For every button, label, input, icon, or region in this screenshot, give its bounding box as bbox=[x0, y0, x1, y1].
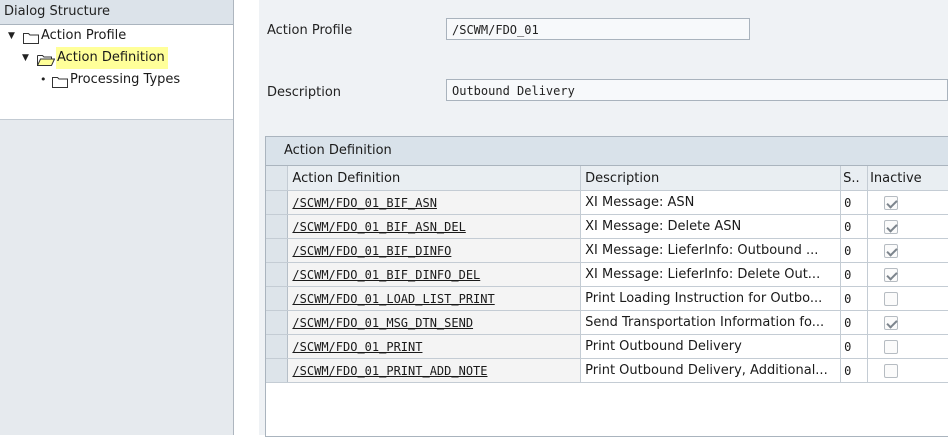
description-label: Description bbox=[267, 85, 342, 100]
action-definition-cell[interactable]: /SCWM/FDO_01_BIF_ASN_DEL bbox=[287, 214, 582, 239]
row-selector[interactable] bbox=[266, 334, 289, 359]
inactive-checkbox[interactable] bbox=[884, 267, 899, 282]
inactive-cell bbox=[867, 310, 948, 335]
action-definition-cell[interactable]: /SCWM/FDO_01_BIF_DINFO bbox=[287, 238, 582, 263]
table-row[interactable]: /SCWM/FDO_01_BIF_DINFO_DEL XI Message: Li… bbox=[266, 262, 948, 287]
inactive-checkbox[interactable] bbox=[884, 243, 899, 258]
tree-item-action-profile[interactable]: ▼ Action Profile bbox=[0, 25, 233, 47]
expanded-toggle-icon[interactable]: ▼ bbox=[8, 25, 15, 47]
inactive-cell bbox=[867, 190, 948, 215]
action-definition-cell[interactable]: /SCWM/FDO_01_BIF_DINFO_DEL bbox=[287, 262, 582, 287]
table-row[interactable]: /SCWM/FDO_01_LOAD_LIST_PRINT Print Loadin… bbox=[266, 286, 948, 311]
s-cell: 0 bbox=[840, 238, 869, 263]
action-definition-grid: Action Definition Description S.. Inacti… bbox=[266, 166, 948, 383]
dialog-structure-pane: Dialog Structure ▼ Action Profile ▼ Acti… bbox=[0, 0, 234, 435]
dialog-structure-header: Dialog Structure bbox=[0, 0, 233, 25]
row-selector[interactable] bbox=[266, 310, 289, 335]
bullet-icon: • bbox=[40, 73, 47, 86]
inactive-checkbox[interactable] bbox=[884, 219, 899, 234]
table-title: Action Definition bbox=[266, 137, 948, 166]
inactive-cell bbox=[867, 262, 948, 287]
action-definition-table: Action Definition Action Definition Desc… bbox=[265, 136, 948, 437]
action-definition-link[interactable]: /SCWM/FDO_01_LOAD_LIST_PRINT bbox=[292, 292, 494, 306]
description-cell: Print Loading Instruction for Outbo... bbox=[580, 286, 842, 311]
expanded-toggle-icon[interactable]: ▼ bbox=[22, 47, 29, 69]
column-header-inactive[interactable]: Inactive bbox=[867, 166, 948, 191]
s-cell: 0 bbox=[840, 214, 869, 239]
action-definition-cell[interactable]: /SCWM/FDO_01_PRINT_ADD_NOTE bbox=[287, 358, 582, 383]
inactive-checkbox[interactable] bbox=[884, 291, 899, 306]
tree-item-label: Action Definition bbox=[56, 47, 168, 69]
tree-item-label: Processing Types bbox=[70, 72, 181, 87]
action-definition-cell[interactable]: /SCWM/FDO_01_LOAD_LIST_PRINT bbox=[287, 286, 582, 311]
column-header-description[interactable]: Description bbox=[580, 166, 842, 191]
action-definition-cell[interactable]: /SCWM/FDO_01_PRINT bbox=[287, 334, 582, 359]
inactive-cell bbox=[867, 358, 948, 383]
description-cell: Print Outbound Delivery bbox=[580, 334, 842, 359]
detail-pane: Action Profile /SCWM/FDO_01 Description … bbox=[259, 0, 948, 437]
table-row[interactable]: /SCWM/FDO_01_BIF_DINFO XI Message: Liefer… bbox=[266, 238, 948, 263]
action-definition-cell[interactable]: /SCWM/FDO_01_MSG_DTN_SEND bbox=[287, 310, 582, 335]
s-cell: 0 bbox=[840, 262, 869, 287]
table-body: /SCWM/FDO_01_BIF_ASN XI Message: ASN 0/SCW… bbox=[266, 190, 948, 383]
row-selector[interactable] bbox=[266, 358, 289, 383]
row-selector[interactable] bbox=[266, 238, 289, 263]
description-cell: Print Outbound Delivery, Additional... bbox=[580, 358, 842, 383]
inactive-checkbox[interactable] bbox=[884, 315, 899, 330]
action-definition-link[interactable]: /SCWM/FDO_01_BIF_DINFO bbox=[292, 244, 451, 258]
column-header-s[interactable]: S.. bbox=[840, 166, 869, 191]
description-cell: XI Message: ASN bbox=[580, 190, 842, 215]
tree-item-label: Action Profile bbox=[41, 28, 127, 43]
row-selector[interactable] bbox=[266, 262, 289, 287]
action-definition-link[interactable]: /SCWM/FDO_01_PRINT_ADD_NOTE bbox=[292, 364, 487, 378]
inactive-checkbox[interactable] bbox=[884, 339, 899, 354]
table-header-row: Action Definition Description S.. Inacti… bbox=[266, 166, 948, 191]
table-row[interactable]: /SCWM/FDO_01_PRINT Print Outbound Deliver… bbox=[266, 334, 948, 359]
dialog-structure-empty-area bbox=[0, 119, 233, 435]
action-definition-link[interactable]: /SCWM/FDO_01_BIF_ASN bbox=[292, 196, 437, 210]
action-definition-link[interactable]: /SCWM/FDO_01_BIF_ASN_DEL bbox=[292, 220, 465, 234]
inactive-cell bbox=[867, 238, 948, 263]
column-header-action-definition[interactable]: Action Definition bbox=[287, 166, 582, 191]
row-selector[interactable] bbox=[266, 214, 289, 239]
table-row[interactable]: /SCWM/FDO_01_MSG_DTN_SEND Send Transporta… bbox=[266, 310, 948, 335]
tree-item-action-definition[interactable]: ▼ Action Definition bbox=[0, 47, 233, 69]
action-profile-field[interactable]: /SCWM/FDO_01 bbox=[446, 18, 750, 40]
s-cell: 0 bbox=[840, 358, 869, 383]
table-row[interactable]: /SCWM/FDO_01_PRINT_ADD_NOTE Print Outboun… bbox=[266, 358, 948, 383]
inactive-cell bbox=[867, 286, 948, 311]
action-definition-link[interactable]: /SCWM/FDO_01_BIF_DINFO_DEL bbox=[292, 268, 480, 282]
tree-item-processing-types[interactable]: • Processing Types bbox=[0, 69, 233, 91]
row-selector[interactable] bbox=[266, 286, 289, 311]
inactive-checkbox[interactable] bbox=[884, 363, 899, 378]
inactive-checkbox[interactable] bbox=[884, 195, 899, 210]
description-cell: Send Transportation Information fo... bbox=[580, 310, 842, 335]
s-cell: 0 bbox=[840, 310, 869, 335]
action-definition-link[interactable]: /SCWM/FDO_01_PRINT bbox=[292, 340, 422, 354]
s-cell: 0 bbox=[840, 286, 869, 311]
inactive-cell bbox=[867, 334, 948, 359]
row-selector[interactable] bbox=[266, 190, 289, 215]
action-definition-cell[interactable]: /SCWM/FDO_01_BIF_ASN bbox=[287, 190, 582, 215]
table-row[interactable]: /SCWM/FDO_01_BIF_ASN XI Message: ASN 0 bbox=[266, 190, 948, 215]
description-cell: XI Message: LieferInfo: Outbound ... bbox=[580, 238, 842, 263]
action-profile-label: Action Profile bbox=[267, 23, 353, 38]
description-field[interactable]: Outbound Delivery bbox=[446, 79, 948, 101]
s-cell: 0 bbox=[840, 334, 869, 359]
table-row[interactable]: /SCWM/FDO_01_BIF_ASN_DEL XI Message: Dele… bbox=[266, 214, 948, 239]
inactive-cell bbox=[867, 214, 948, 239]
s-cell: 0 bbox=[840, 190, 869, 215]
description-cell: XI Message: LieferInfo: Delete Out... bbox=[580, 262, 842, 287]
description-cell: XI Message: Delete ASN bbox=[580, 214, 842, 239]
folder-icon bbox=[52, 74, 68, 96]
select-all-header[interactable] bbox=[266, 166, 289, 191]
action-definition-link[interactable]: /SCWM/FDO_01_MSG_DTN_SEND bbox=[292, 316, 473, 330]
